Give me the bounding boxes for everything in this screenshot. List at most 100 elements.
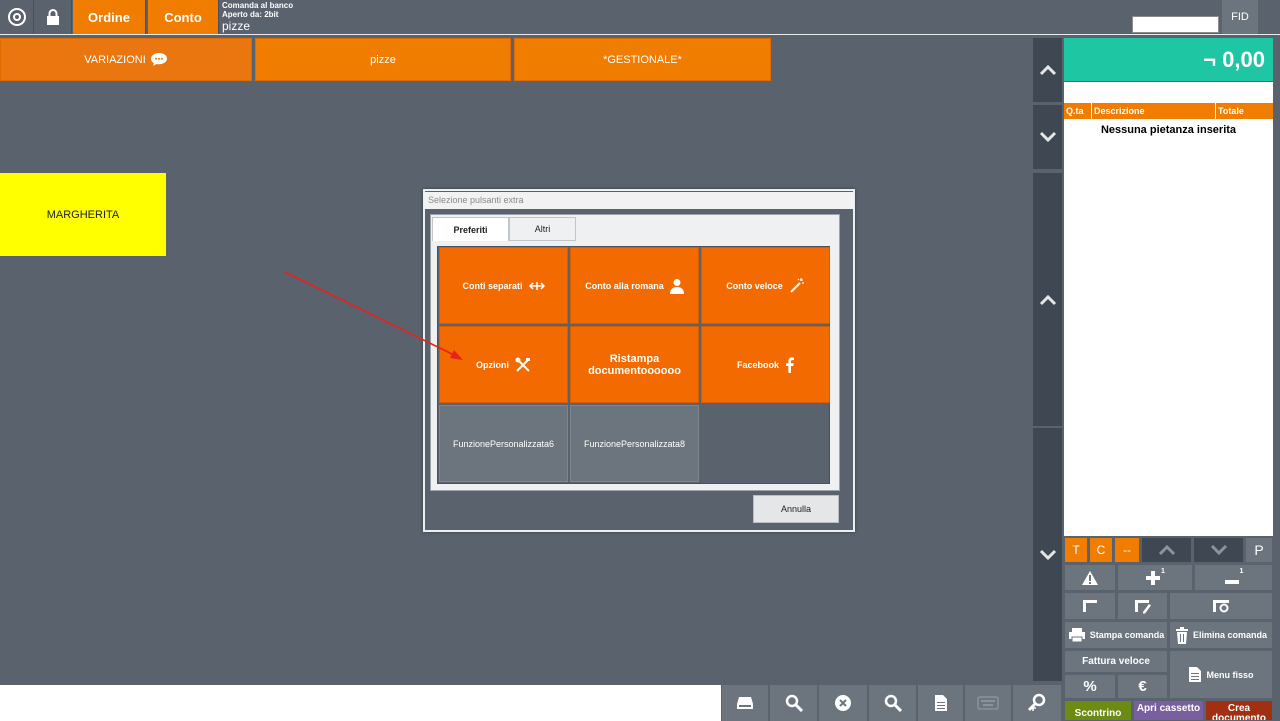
document-icon — [934, 695, 947, 711]
facebook-label: Facebook — [736, 359, 779, 370]
fixed-menu-label: Menu fisso — [1206, 669, 1254, 680]
create-document-button[interactable]: Crea documento — [1205, 700, 1273, 721]
bottom-input-area[interactable] — [0, 685, 721, 721]
reprint-document-button[interactable]: Ristampa documentoooooo — [570, 326, 699, 403]
facebook-icon — [786, 356, 794, 373]
edit-order-button[interactable] — [1117, 592, 1168, 620]
warning-button[interactable] — [1064, 564, 1116, 591]
keyboard-button[interactable] — [965, 685, 1012, 721]
add-one-button[interactable]: 1 — [1117, 564, 1193, 591]
category-gestionale[interactable]: *GESTIONALE* — [514, 38, 771, 81]
ordine-button[interactable]: Ordine — [73, 0, 146, 34]
empty-receipt-message: Nessuna pietanza inserita — [1100, 124, 1237, 136]
cancel-button[interactable]: Annulla — [753, 495, 839, 523]
page-down-button[interactable] — [1033, 428, 1062, 681]
t-button[interactable]: T — [1064, 537, 1088, 563]
options-label: Opzioni — [476, 359, 509, 370]
search-icon — [785, 694, 803, 712]
keyboard-icon — [977, 696, 999, 710]
magic-wand-icon — [790, 277, 804, 293]
category-pizze[interactable]: pizze — [255, 38, 511, 81]
search-button[interactable] — [770, 685, 818, 721]
receipt-print-button[interactable]: Scontrino — [1064, 700, 1132, 721]
receipt-header: Q.ta Descrizione Totale — [1064, 103, 1273, 119]
conto-button[interactable]: Conto — [148, 0, 219, 34]
print-order-button[interactable]: Stampa comanda — [1064, 621, 1168, 649]
zoom-in-icon — [1027, 693, 1046, 712]
lock-icon — [47, 9, 59, 25]
roman-bill-label: Conto alla romana — [585, 280, 664, 291]
minus-badge: 1 — [1239, 568, 1244, 575]
lock-button[interactable] — [35, 0, 72, 34]
custom-function-8-button[interactable]: FunzionePersonalizzata8 — [570, 405, 699, 482]
plus-badge: 1 — [1161, 568, 1165, 575]
column-description: Descrizione — [1092, 103, 1216, 119]
annotation-arrow — [284, 271, 463, 360]
quick-invoice-button[interactable]: Fattura veloce — [1064, 650, 1168, 673]
quick-bill-button[interactable]: Conto veloce — [701, 247, 830, 324]
tab-altri[interactable]: Altri — [509, 217, 576, 241]
search-alt-button[interactable] — [869, 685, 917, 721]
custom-function-6-button[interactable]: FunzionePersonalizzata6 — [439, 405, 568, 482]
receipt-up-button[interactable] — [1141, 537, 1192, 563]
p-button[interactable]: P — [1245, 537, 1273, 563]
chevron-down-icon — [1039, 131, 1056, 143]
fid-button[interactable]: FID — [1222, 0, 1258, 34]
split-arrows-icon — [528, 281, 545, 290]
category-label: VARIAZIONI — [84, 53, 146, 66]
search-icon — [884, 694, 902, 712]
facebook-button[interactable]: Facebook — [701, 326, 830, 403]
current-category: pizze — [222, 19, 251, 33]
order-type: Comanda al banco — [222, 1, 294, 10]
category-variazioni[interactable]: VARIAZIONI — [0, 38, 252, 81]
column-total: Totale — [1218, 106, 1244, 116]
split-icon — [1083, 600, 1097, 612]
chevron-up-icon — [1158, 545, 1175, 555]
dash-button[interactable]: -- — [1114, 537, 1140, 563]
document-icon — [1189, 667, 1202, 682]
power-button[interactable] — [0, 0, 34, 34]
tab-preferiti[interactable]: Preferiti — [432, 217, 509, 241]
fixed-menu-button[interactable]: Menu fisso — [1169, 650, 1273, 699]
roman-bill-button[interactable]: Conto alla romana — [570, 247, 699, 324]
minus-icon — [1224, 579, 1239, 584]
product-margherita[interactable]: MARGHERITA — [0, 173, 166, 256]
discount-percent-button[interactable]: % — [1064, 674, 1116, 699]
discount-euro-button[interactable]: € — [1117, 674, 1168, 699]
c-button[interactable]: C — [1089, 537, 1113, 563]
edit-icon — [1134, 600, 1151, 614]
order-total: ¬ 0,00 — [1064, 38, 1273, 81]
scroll-down-button[interactable] — [1033, 105, 1062, 169]
split-button[interactable] — [1064, 592, 1116, 620]
receipt-down-button[interactable] — [1193, 537, 1244, 563]
open-drawer-button[interactable]: Apri cassetto — [1133, 700, 1204, 721]
chat-bubble-icon — [150, 53, 167, 66]
trash-icon — [1175, 626, 1188, 644]
scroll-up-button[interactable] — [1033, 38, 1062, 102]
printer-icon — [1068, 628, 1085, 643]
clear-button[interactable] — [819, 685, 868, 721]
zoom-in-button[interactable] — [1013, 685, 1062, 721]
chevron-down-icon — [1210, 545, 1227, 555]
page-up-button[interactable] — [1033, 173, 1062, 426]
dialog-title: Selezione pulsanti extra — [424, 192, 854, 209]
delete-order-button[interactable]: Elimina comanda — [1169, 621, 1273, 649]
opened-by: Aperto da: 2bit — [222, 10, 279, 19]
plus-icon — [1146, 570, 1161, 585]
quick-bill-label: Conto veloce — [726, 280, 783, 291]
print-order-label: Stampa comanda — [1089, 630, 1165, 640]
chevron-down-icon — [1039, 549, 1056, 560]
delete-order-label: Elimina comanda — [1192, 630, 1268, 640]
table-number-icon — [1213, 600, 1229, 613]
warning-icon — [1082, 570, 1098, 585]
tray-icon — [737, 697, 753, 709]
search-input[interactable] — [1132, 16, 1219, 33]
close-circle-icon — [835, 695, 851, 711]
keyboard-tray-button[interactable] — [722, 685, 769, 721]
remove-one-button[interactable]: 1 — [1194, 564, 1273, 591]
receipt-area — [1064, 82, 1273, 536]
chevron-up-icon — [1039, 294, 1056, 305]
document-button[interactable] — [918, 685, 964, 721]
table-number-button[interactable] — [1169, 592, 1273, 620]
power-icon — [7, 8, 26, 26]
